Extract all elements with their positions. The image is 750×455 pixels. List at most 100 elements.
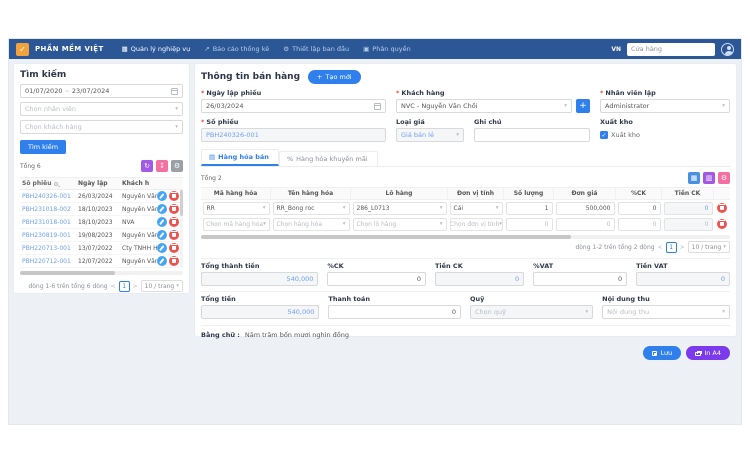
page-size-select[interactable]: 10 / trang ▾ — [141, 280, 183, 292]
item-lot-select[interactable]: Chọn lô hàng▾ — [353, 218, 447, 231]
create-new-button[interactable]: + Tạo mới — [308, 70, 361, 84]
item-code-select[interactable]: Chọn mã hàng hóa▾ — [203, 218, 270, 231]
delete-button[interactable] — [169, 217, 179, 227]
edit-button[interactable] — [157, 243, 167, 253]
col-header-code[interactable]: Số phiếu — [22, 180, 52, 187]
item-discount-pct-input[interactable]: 0 — [618, 218, 661, 231]
vat-pct-label: %VAT — [533, 262, 553, 270]
horizontal-scrollbar[interactable] — [20, 271, 183, 275]
delete-button[interactable] — [169, 230, 179, 240]
col-header-customer[interactable]: Khách h — [122, 180, 183, 187]
discount-pct-field[interactable]: 0 — [327, 272, 426, 286]
item-delete-button[interactable] — [717, 203, 727, 213]
sales-panel-header: Thông tin bán hàng + Tạo mới — [201, 70, 730, 84]
add-customer-button[interactable]: + — [576, 99, 590, 113]
refresh-icon[interactable]: ↻ — [141, 160, 153, 172]
table-settings-icon[interactable]: ⚙ — [718, 172, 730, 184]
delete-button[interactable] — [169, 204, 179, 214]
language-label[interactable]: VN — [611, 46, 621, 53]
store-search-input[interactable]: Cửa hàng — [627, 43, 715, 56]
settings-icon[interactable]: ⚙ — [171, 160, 183, 172]
prev-page-icon[interactable]: < — [658, 244, 663, 251]
search-button[interactable]: Tìm kiếm — [20, 140, 66, 154]
tab-0[interactable]: ▤Hàng hóa bán — [201, 149, 279, 166]
receipt-code-link[interactable]: PBH220712-001 — [20, 258, 78, 265]
chevron-down-icon: ▾ — [343, 205, 346, 211]
form-row-2: *Số phiếu PBH240326-001 Loại giá Giá bán… — [201, 118, 730, 142]
receipt-code-link[interactable]: PBH230819-001 — [20, 232, 78, 239]
receipt-date: 26/03/2024 — [78, 193, 122, 200]
delete-button[interactable] — [169, 191, 179, 201]
edit-button[interactable] — [157, 191, 167, 201]
staff-select[interactable]: Administrator ▾ — [600, 99, 730, 113]
nav-menu: ▦Quản lý nghiệp vụ ↗Báo cáo thống kê ⚙Thiế… — [122, 45, 411, 53]
item-price-input[interactable]: 500,000 — [556, 202, 615, 215]
print-a4-button[interactable]: In A4 — [686, 346, 730, 360]
item-name-select[interactable]: RR_Bong roc▾ — [273, 202, 350, 215]
nav-item-1[interactable]: ↗Báo cáo thống kê — [204, 45, 269, 53]
customer-form-select[interactable]: NVC - Nguyễn Văn Chồi ▾ — [396, 99, 572, 113]
receipt-content-select[interactable]: Nội dung thu ▾ — [602, 305, 730, 319]
issue-date-input[interactable]: 26/03/2024 — [201, 99, 386, 113]
items-horizontal-scrollbar[interactable] — [201, 235, 730, 239]
receipt-code-link[interactable]: PBH220713-001 — [20, 245, 78, 252]
next-page-icon[interactable]: > — [680, 244, 685, 251]
receipt-code-link[interactable]: PBH231018-001 — [20, 219, 78, 226]
receipt-date: 18/10/2023 — [78, 219, 122, 226]
items-page-size-select[interactable]: 10 / trang ▾ — [688, 241, 730, 253]
calendar-icon — [171, 88, 178, 95]
prev-page-icon[interactable]: < — [111, 283, 116, 290]
page-number[interactable]: 1 — [666, 242, 677, 253]
totals-row-2: Tổng tiền 540,000 Thanh toán 0 Quỹ Chọn … — [201, 291, 730, 319]
vat-pct-field[interactable]: 0 — [533, 272, 627, 286]
col-header-date[interactable]: Ngày lập — [78, 180, 122, 187]
date-range-input[interactable]: 01/07/2020 ~ 23/07/2024 — [20, 84, 183, 98]
nav-item-3[interactable]: ▣Phân quyền — [363, 45, 411, 53]
edit-button[interactable] — [157, 204, 167, 214]
receipt-code-input: PBH240326-001 — [201, 128, 386, 142]
app-logo-icon[interactable]: ✓ — [16, 43, 29, 56]
save-icon — [652, 351, 657, 356]
pagination-info: dòng 1-6 trên tổng 6 dòng — [28, 283, 107, 290]
edit-button[interactable] — [157, 217, 167, 227]
next-page-icon[interactable]: > — [133, 283, 138, 290]
nav-item-2[interactable]: ⚙Thiết lập ban đầu — [283, 45, 349, 53]
item-discount-pct-input[interactable]: 0 — [618, 202, 661, 215]
export-checkbox[interactable]: ✓ — [600, 131, 608, 139]
item-delete-button[interactable] — [717, 219, 727, 229]
delete-button[interactable] — [169, 243, 179, 253]
receipt-code-link[interactable]: PBH240326-001 — [20, 193, 78, 200]
item-price-input[interactable]: 0 — [556, 218, 615, 231]
page-number[interactable]: 1 — [119, 281, 130, 292]
employee-select[interactable]: Chọn nhân viên ▾ — [20, 102, 183, 116]
item-name-select[interactable]: Chọn hàng hóa▾ — [273, 218, 350, 231]
item-lot-select[interactable]: 286_L0713▾ — [353, 202, 447, 215]
delete-button[interactable] — [169, 256, 179, 266]
item-unit-select[interactable]: Cái▾ — [450, 202, 503, 215]
save-button[interactable]: Lưu — [643, 346, 681, 360]
receipt-code-link[interactable]: PBH231018-002 — [20, 206, 78, 213]
item-code-select[interactable]: RR▾ — [203, 202, 270, 215]
edit-button[interactable] — [157, 256, 167, 266]
navbar: ✓ PHẦN MỀM VIỆT ▦Quản lý nghiệp vụ↗Báo c… — [9, 39, 741, 59]
trash-icon — [720, 222, 724, 227]
item-qty-input[interactable]: 0 — [506, 218, 553, 231]
receipt-customer: NVA — [122, 219, 157, 226]
tab-1[interactable]: %Hàng hóa khuyến mãi — [279, 151, 378, 166]
columns-icon[interactable]: ▥ — [703, 172, 715, 184]
search-icon[interactable] — [54, 182, 58, 186]
vertical-scrollbar[interactable] — [180, 190, 183, 268]
user-avatar-icon[interactable] — [721, 43, 734, 56]
customer-select[interactable]: Chọn khách hàng ▾ — [20, 120, 183, 134]
discount-pct-label: %CK — [327, 262, 343, 270]
item-unit-select[interactable]: Chọn đơn vị tính▾ — [450, 218, 503, 231]
payment-field[interactable]: 0 — [328, 305, 461, 319]
trash-icon — [172, 233, 176, 238]
edit-button[interactable] — [157, 230, 167, 240]
payment-label: Thanh toán — [328, 295, 370, 303]
nav-item-0[interactable]: ▦Quản lý nghiệp vụ — [122, 45, 191, 53]
keyboard-icon[interactable]: ▦ — [688, 172, 700, 184]
item-qty-input[interactable]: 1 — [506, 202, 553, 215]
export-icon[interactable]: ↧ — [156, 160, 168, 172]
note-input[interactable] — [474, 128, 590, 142]
